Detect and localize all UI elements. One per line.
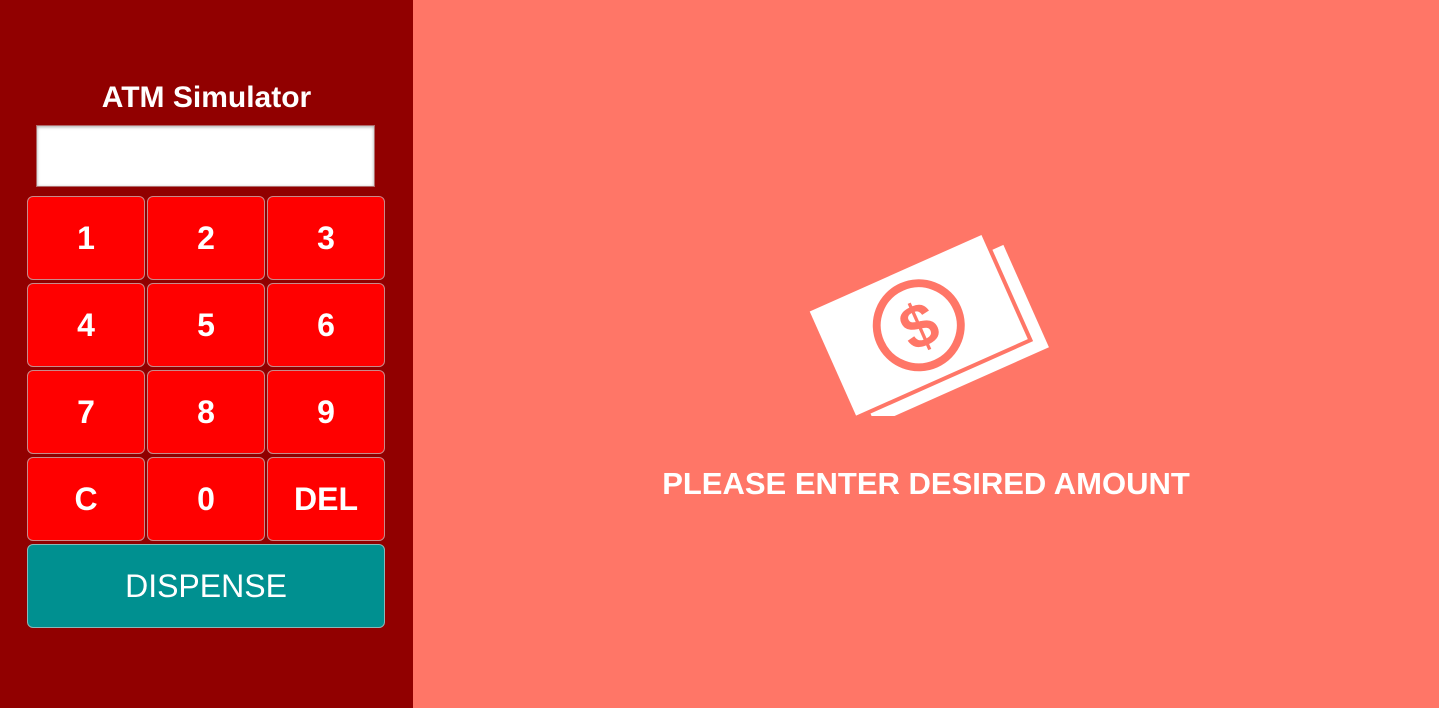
clear-button[interactable]: C	[27, 457, 145, 541]
key-1-button[interactable]: 1	[27, 196, 145, 280]
money-bills-icon: $	[804, 229, 1049, 416]
instruction-message: PLEASE ENTER DESIRED AMOUNT	[662, 466, 1190, 501]
key-2-button[interactable]: 2	[147, 196, 265, 280]
atm-app: ATM Simulator 1 2 3 4 5 6 7 8 9 C 0 DEL DISPENSE $ …	[0, 0, 1439, 708]
key-8-button[interactable]: 8	[147, 370, 265, 454]
delete-button[interactable]: DEL	[267, 457, 385, 541]
key-9-button[interactable]: 9	[267, 370, 385, 454]
key-0-button[interactable]: 0	[147, 457, 265, 541]
key-4-button[interactable]: 4	[27, 283, 145, 367]
key-5-button[interactable]: 5	[147, 283, 265, 367]
key-7-button[interactable]: 7	[27, 370, 145, 454]
atm-sidebar: ATM Simulator 1 2 3 4 5 6 7 8 9 C 0 DEL DISPENSE	[0, 0, 413, 708]
key-3-button[interactable]: 3	[267, 196, 385, 280]
app-title: ATM Simulator	[101, 81, 312, 114]
main-panel: $ PLEASE ENTER DESIRED AMOUNT	[413, 0, 1439, 708]
keypad: 1 2 3 4 5 6 7 8 9 C 0 DEL	[27, 196, 385, 541]
amount-input[interactable]	[36, 125, 375, 187]
dispense-button[interactable]: DISPENSE	[27, 544, 385, 628]
key-6-button[interactable]: 6	[267, 283, 385, 367]
